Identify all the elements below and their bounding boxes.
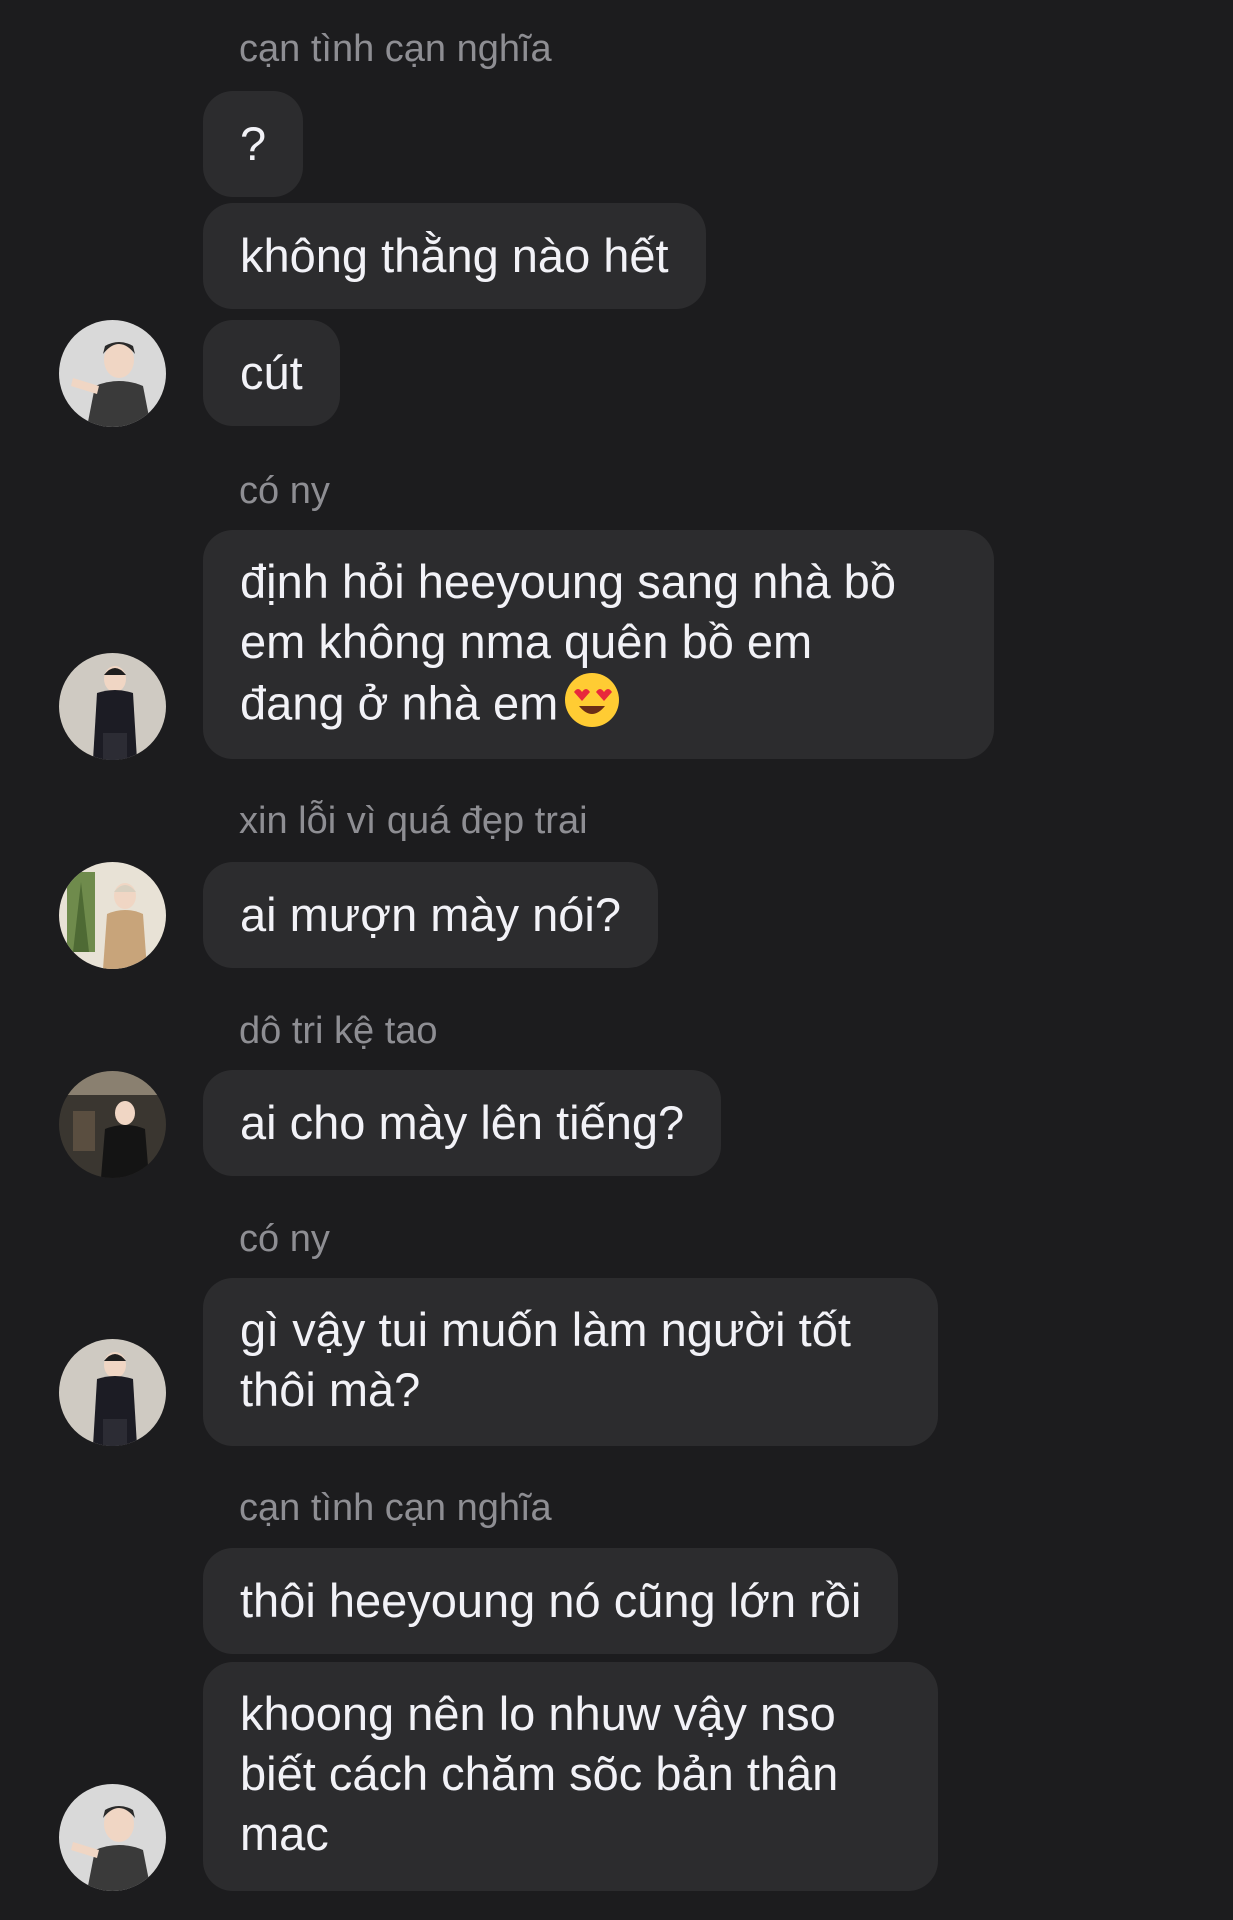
- message-text: thôi heeyoung nó cũng lớn rồi: [240, 1574, 862, 1627]
- avatar[interactable]: [59, 320, 166, 427]
- message-bubble[interactable]: ?: [203, 91, 304, 197]
- avatar-image: [59, 1339, 166, 1446]
- message-text-line: biết cách chăm sõc bản thân: [240, 1747, 839, 1800]
- message-text: ai cho mày lên tiếng?: [240, 1096, 685, 1149]
- message-bubble[interactable]: ai mượn mày nói?: [203, 862, 658, 968]
- message-text-line: đang ở nhà em: [240, 672, 957, 742]
- avatar[interactable]: [59, 1071, 166, 1178]
- message-text-line: khoong nên lo nhuw vậy nso: [240, 1687, 836, 1740]
- message-text: không thằng nào hết: [240, 229, 669, 282]
- message-bubble[interactable]: ai cho mày lên tiếng?: [203, 1070, 722, 1176]
- message-text: ?: [240, 117, 267, 170]
- heart-eyes-emoji-icon: [564, 672, 620, 742]
- message-bubble[interactable]: khoong nên lo nhuw vậy nso biết cách chă…: [203, 1662, 938, 1891]
- message-text-line: thôi mà?: [240, 1363, 421, 1416]
- avatar-image: [59, 1784, 166, 1891]
- sender-name: có ny: [239, 1218, 330, 1260]
- sender-name: dô tri kệ tao: [239, 1010, 438, 1052]
- message-text: đang ở nhà em: [240, 676, 559, 730]
- message-text: ai mượn mày nói?: [240, 888, 621, 941]
- avatar-image: [59, 1071, 166, 1178]
- avatar-image: [59, 653, 166, 760]
- avatar[interactable]: [59, 862, 166, 969]
- message-bubble[interactable]: định hỏi heeyoung sang nhà bồ em không n…: [203, 530, 994, 759]
- message-bubble[interactable]: không thằng nào hết: [203, 203, 706, 309]
- avatar[interactable]: [59, 653, 166, 760]
- message-text-line: gì vậy tui muốn làm người tốt: [240, 1303, 851, 1356]
- message-text-line: định hỏi heeyoung sang nhà bồ: [240, 555, 896, 608]
- message-bubble[interactable]: cút: [203, 320, 340, 426]
- sender-name: cạn tình cạn nghĩa: [239, 1487, 552, 1529]
- avatar-image: [59, 862, 166, 969]
- message-bubble[interactable]: thôi heeyoung nó cũng lớn rồi: [203, 1548, 899, 1654]
- message-text-line: mac: [240, 1807, 329, 1860]
- avatar[interactable]: [59, 1339, 166, 1446]
- message-bubble[interactable]: gì vậy tui muốn làm người tốt thôi mà?: [203, 1278, 938, 1446]
- avatar-image: [59, 320, 166, 427]
- sender-name: cạn tình cạn nghĩa: [239, 28, 552, 70]
- sender-name: xin lỗi vì quá đẹp trai: [239, 800, 588, 842]
- avatar[interactable]: [59, 1784, 166, 1891]
- message-text-line: em không nma quên bồ em: [240, 615, 813, 668]
- message-text: cút: [240, 346, 303, 399]
- sender-name: có ny: [239, 470, 330, 512]
